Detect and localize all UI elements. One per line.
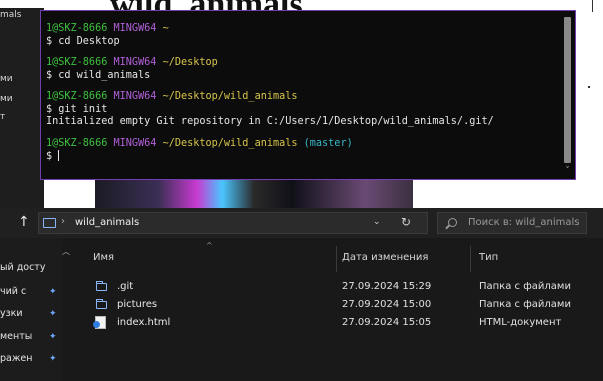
refresh-icon[interactable]: ↻ <box>401 215 411 229</box>
terminal-text: $ cd wild_animals <box>46 69 151 81</box>
folder-icon <box>43 218 56 228</box>
html-file-icon <box>93 316 106 329</box>
terminal-text: $ cd Desktop <box>46 35 120 47</box>
nav-item[interactable]: менты ✦ <box>0 331 60 351</box>
nav-item-label: узки <box>0 308 23 319</box>
terminal-input-prompt[interactable]: $ <box>46 151 58 162</box>
file-explorer-window: ↑ › wild_animals ⌄ ↻ Поиск в: wild_anima… <box>0 208 603 381</box>
nav-item[interactable]: узки ✦ <box>0 308 60 328</box>
nav-item[interactable]: ый досту <box>0 262 60 282</box>
terminal-text-line: $ cd Desktop <box>46 36 559 49</box>
window-dot <box>588 86 590 88</box>
prompt-branch: (master) <box>303 137 353 149</box>
prompt-user: 1@SKZ-8666 <box>46 57 108 68</box>
column-divider[interactable] <box>336 246 337 272</box>
nav-item-label: чий с <box>0 286 27 297</box>
terminal-prompt-line: 1@SKZ-8666 MINGW64 ~/Desktop/wild_animal… <box>46 91 559 104</box>
nav-item-label: ражен <box>0 353 33 364</box>
file-date: 27.09.2024 15:05 <box>342 317 432 328</box>
up-arrow-icon[interactable]: ↑ <box>18 214 30 230</box>
prompt-mingw64: MINGW64 <box>113 23 157 34</box>
chevron-up-icon[interactable]: ︿ <box>62 246 70 257</box>
background-window <box>576 0 603 208</box>
terminal-prompt-line: 1@SKZ-8666 MINGW64 ~ <box>46 23 559 36</box>
file-date: 27.09.2024 15:00 <box>342 299 432 310</box>
terminal-scrollbar-thumb[interactable] <box>564 17 571 163</box>
file-name: index.html <box>117 317 171 328</box>
pin-icon: ✦ <box>49 287 57 297</box>
sort-indicator-icon: ^ <box>206 241 213 250</box>
terminal-text-line: $ git init <box>46 104 559 117</box>
file-type: Папка с файлами <box>479 299 571 310</box>
pin-icon: ✦ <box>49 332 57 342</box>
chevron-down-icon[interactable]: ⌄ <box>373 217 381 227</box>
prompt-user: 1@SKZ-8666 <box>46 137 108 149</box>
file-type: HTML-документ <box>479 317 562 328</box>
search-placeholder: Поиск в: wild_animals <box>468 217 580 228</box>
prompt-mingw64: MINGW64 <box>113 91 157 102</box>
nav-item-label: менты <box>0 331 33 342</box>
terminal-text: $ git init <box>46 103 108 115</box>
address-toolbar: ↑ › wild_animals ⌄ ↻ Поиск в: wild_anima… <box>0 208 603 238</box>
terminal-prompt-line: 1@SKZ-8666 MINGW64 ~/Desktop/wild_animal… <box>46 138 559 151</box>
file-row[interactable]: .git 27.09.2024 15:29 Папка с файлами <box>80 278 603 296</box>
search-input[interactable]: Поиск в: wild_animals <box>437 212 587 234</box>
terminal-text-line: $ cd wild_animals <box>46 70 559 83</box>
prompt-path: ~/Desktop/wild_animals <box>162 91 298 102</box>
prompt-mingw64: MINGW64 <box>113 137 157 149</box>
terminal-output[interactable]: 1@SKZ-8666 MINGW64 ~ $ cd Desktop 1@SKZ-86… <box>46 23 559 163</box>
search-icon <box>448 218 457 227</box>
scroll-down-icon[interactable]: ˅ <box>562 165 573 177</box>
desktop-wallpaper <box>95 180 413 208</box>
file-row[interactable]: pictures 27.09.2024 15:00 Папка с файлам… <box>80 296 603 314</box>
prompt-path: ~ <box>162 23 169 34</box>
text-cursor <box>58 150 60 161</box>
background-sidebar: mals ми ми т <box>0 8 44 208</box>
git-bash-terminal[interactable]: 1@SKZ-8666 MINGW64 ~ $ cd Desktop 1@SKZ-86… <box>40 10 576 180</box>
prompt-mingw64: MINGW64 <box>113 57 157 68</box>
pin-icon: ✦ <box>49 354 57 364</box>
file-type: Папка с файлами <box>479 281 571 292</box>
nav-item-label: ый досту <box>0 262 46 273</box>
column-name[interactable]: Имя <box>93 252 114 263</box>
pin-icon: ✦ <box>49 309 57 319</box>
background-sidebar-item: т <box>0 112 6 122</box>
terminal-prompt-line: 1@SKZ-8666 MINGW64 ~/Desktop <box>46 57 559 70</box>
nav-item[interactable]: ражен ✦ <box>0 353 60 373</box>
terminal-text-line: Initialized empty Git repository in C:/U… <box>46 116 559 129</box>
prompt-user: 1@SKZ-8666 <box>46 91 108 102</box>
address-bar[interactable]: › wild_animals ⌄ ↻ <box>38 212 428 234</box>
column-header-row: ^ Имя Дата изменения Тип <box>80 238 603 274</box>
file-list: ^ Имя Дата изменения Тип .git 27.09.2024… <box>80 238 603 381</box>
background-sidebar-item: ми <box>0 94 13 104</box>
file-name: pictures <box>117 299 158 310</box>
prompt-path: ~/Desktop <box>162 57 218 68</box>
folder-icon <box>96 299 107 309</box>
column-divider[interactable] <box>470 246 471 272</box>
column-type[interactable]: Тип <box>479 252 498 263</box>
background-window <box>413 180 576 208</box>
window-edge <box>592 0 593 12</box>
navigation-pane: ый досту чий с ✦ узки ✦ менты ✦ ражен ✦ <box>0 238 62 381</box>
terminal-scrollbar[interactable]: ˅ <box>562 13 573 177</box>
breadcrumb-folder[interactable]: wild_animals <box>75 217 139 228</box>
nav-item[interactable]: чий с ✦ <box>0 286 60 306</box>
breadcrumb-separator-icon: › <box>61 216 65 227</box>
file-name: .git <box>117 281 134 292</box>
prompt-path: ~/Desktop/wild_animals <box>162 137 298 149</box>
background-sidebar-item: ми <box>0 74 13 84</box>
terminal-text: Initialized empty Git repository in C:/U… <box>46 116 494 127</box>
folder-icon <box>96 281 107 291</box>
file-row[interactable]: index.html 27.09.2024 15:05 HTML-докумен… <box>80 314 603 332</box>
background-sidebar-item: mals <box>0 10 22 20</box>
column-date[interactable]: Дата изменения <box>342 252 428 263</box>
file-date: 27.09.2024 15:29 <box>342 281 432 292</box>
terminal-input-line: $ <box>46 150 559 163</box>
prompt-user: 1@SKZ-8666 <box>46 23 108 34</box>
